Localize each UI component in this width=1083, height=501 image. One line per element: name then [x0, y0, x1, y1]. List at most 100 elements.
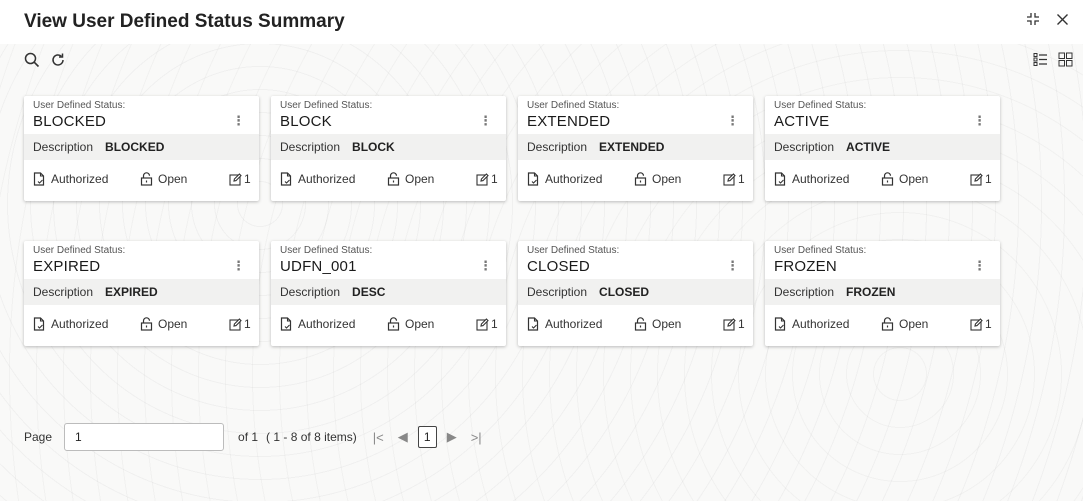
- kebab-menu-icon[interactable]: ⋮: [232, 258, 245, 274]
- card-description: Description FROZEN: [765, 279, 1000, 305]
- prev-page-icon[interactable]: ◀: [398, 429, 408, 445]
- page-number-input[interactable]: [64, 423, 225, 451]
- authorized-icon: [774, 317, 786, 331]
- modification-count: 1: [723, 172, 745, 186]
- card-header: User Defined Status: BLOCKED ⋮: [24, 96, 259, 132]
- card-status-value: EXTENDED: [527, 113, 611, 130]
- open-status: Open: [881, 172, 928, 186]
- authorized-label: Authorized: [545, 172, 603, 186]
- toolbar: [0, 48, 1083, 76]
- open-status: Open: [634, 172, 681, 186]
- close-icon[interactable]: [1056, 13, 1069, 30]
- page-total: of 1: [238, 430, 259, 444]
- card-footer: Authorized Open 1: [24, 168, 259, 192]
- list-view-icon[interactable]: [1033, 52, 1048, 72]
- card-footer: Authorized Open 1: [518, 313, 753, 337]
- description-label: Description: [33, 285, 94, 299]
- status-card[interactable]: User Defined Status: FROZEN ⋮ Descriptio…: [765, 241, 1000, 346]
- count-label: 1: [491, 317, 498, 331]
- description-label: Description: [280, 285, 341, 299]
- unlock-icon: [634, 317, 647, 331]
- card-footer: Authorized Open 1: [271, 313, 506, 337]
- card-status-label: User Defined Status:: [527, 245, 620, 256]
- status-card[interactable]: User Defined Status: CLOSED ⋮ Descriptio…: [518, 241, 753, 346]
- kebab-menu-icon[interactable]: ⋮: [479, 113, 492, 129]
- card-status-label: User Defined Status:: [33, 245, 126, 256]
- grid-view-icon[interactable]: [1058, 52, 1073, 72]
- kebab-menu-icon[interactable]: ⋮: [479, 258, 492, 274]
- authorized-icon: [280, 172, 292, 186]
- status-card[interactable]: User Defined Status: BLOCK ⋮ Description…: [271, 96, 506, 201]
- description-value: DESC: [352, 285, 386, 299]
- authorized-icon: [33, 172, 45, 186]
- edit-icon: [723, 317, 736, 331]
- authorized-status: Authorized: [280, 317, 355, 331]
- unlock-icon: [881, 172, 894, 186]
- description-value: CLOSED: [599, 285, 650, 299]
- card-footer: Authorized Open 1: [518, 168, 753, 192]
- card-footer: Authorized Open 1: [765, 168, 1000, 192]
- next-page-icon[interactable]: ▶: [447, 429, 457, 445]
- status-card[interactable]: User Defined Status: EXTENDED ⋮ Descript…: [518, 96, 753, 201]
- page-title: View User Defined Status Summary: [24, 11, 345, 32]
- page-label: Page: [24, 430, 53, 444]
- current-page-button[interactable]: 1: [417, 426, 437, 448]
- authorized-icon: [527, 172, 539, 186]
- status-card[interactable]: User Defined Status: UDFN_001 ⋮ Descript…: [271, 241, 506, 346]
- count-label: 1: [985, 172, 992, 186]
- refresh-icon[interactable]: [50, 52, 66, 73]
- minimize-icon[interactable]: [1026, 12, 1040, 30]
- card-status-label: User Defined Status:: [280, 100, 373, 111]
- kebab-menu-icon[interactable]: ⋮: [726, 113, 739, 129]
- edit-icon: [970, 317, 983, 331]
- edit-icon: [476, 317, 489, 331]
- card-header: User Defined Status: BLOCK ⋮: [271, 96, 506, 132]
- open-label: Open: [899, 172, 929, 186]
- edit-icon: [229, 172, 242, 186]
- description-label: Description: [527, 140, 588, 154]
- description-label: Description: [774, 140, 835, 154]
- description-label: Description: [774, 285, 835, 299]
- count-label: 1: [244, 172, 251, 186]
- authorized-label: Authorized: [792, 317, 850, 331]
- card-description: Description DESC: [271, 279, 506, 305]
- modification-count: 1: [229, 317, 251, 331]
- card-status-label: User Defined Status:: [774, 100, 867, 111]
- card-footer: Authorized Open 1: [765, 313, 1000, 337]
- description-value: FROZEN: [846, 285, 896, 299]
- open-label: Open: [899, 317, 929, 331]
- open-label: Open: [158, 317, 188, 331]
- description-value: BLOCK: [352, 140, 395, 154]
- card-header: User Defined Status: EXPIRED ⋮: [24, 241, 259, 277]
- authorized-status: Authorized: [774, 172, 849, 186]
- unlock-icon: [881, 317, 894, 331]
- authorized-status: Authorized: [527, 317, 602, 331]
- card-footer: Authorized Open 1: [271, 168, 506, 192]
- kebab-menu-icon[interactable]: ⋮: [232, 113, 245, 129]
- description-value: BLOCKED: [105, 140, 165, 154]
- description-value: EXTENDED: [599, 140, 665, 154]
- search-icon[interactable]: [24, 52, 40, 73]
- status-card[interactable]: User Defined Status: BLOCKED ⋮ Descripti…: [24, 96, 259, 201]
- first-page-icon[interactable]: |<: [373, 430, 384, 445]
- card-footer: Authorized Open 1: [24, 313, 259, 337]
- description-value: EXPIRED: [105, 285, 158, 299]
- authorized-status: Authorized: [774, 317, 849, 331]
- card-description: Description BLOCKED: [24, 134, 259, 160]
- card-status-value: ACTIVE: [774, 113, 830, 130]
- authorized-label: Authorized: [792, 172, 850, 186]
- description-label: Description: [527, 285, 588, 299]
- status-card[interactable]: User Defined Status: EXPIRED ⋮ Descripti…: [24, 241, 259, 346]
- open-label: Open: [405, 172, 435, 186]
- card-status-value: UDFN_001: [280, 258, 357, 275]
- kebab-menu-icon[interactable]: ⋮: [973, 113, 986, 129]
- unlock-icon: [140, 317, 153, 331]
- card-header: User Defined Status: UDFN_001 ⋮: [271, 241, 506, 277]
- kebab-menu-icon[interactable]: ⋮: [973, 258, 986, 274]
- status-card[interactable]: User Defined Status: ACTIVE ⋮ Descriptio…: [765, 96, 1000, 201]
- last-page-icon[interactable]: >|: [471, 430, 482, 445]
- authorized-icon: [280, 317, 292, 331]
- kebab-menu-icon[interactable]: ⋮: [726, 258, 739, 274]
- authorized-icon: [33, 317, 45, 331]
- authorized-icon: [774, 172, 786, 186]
